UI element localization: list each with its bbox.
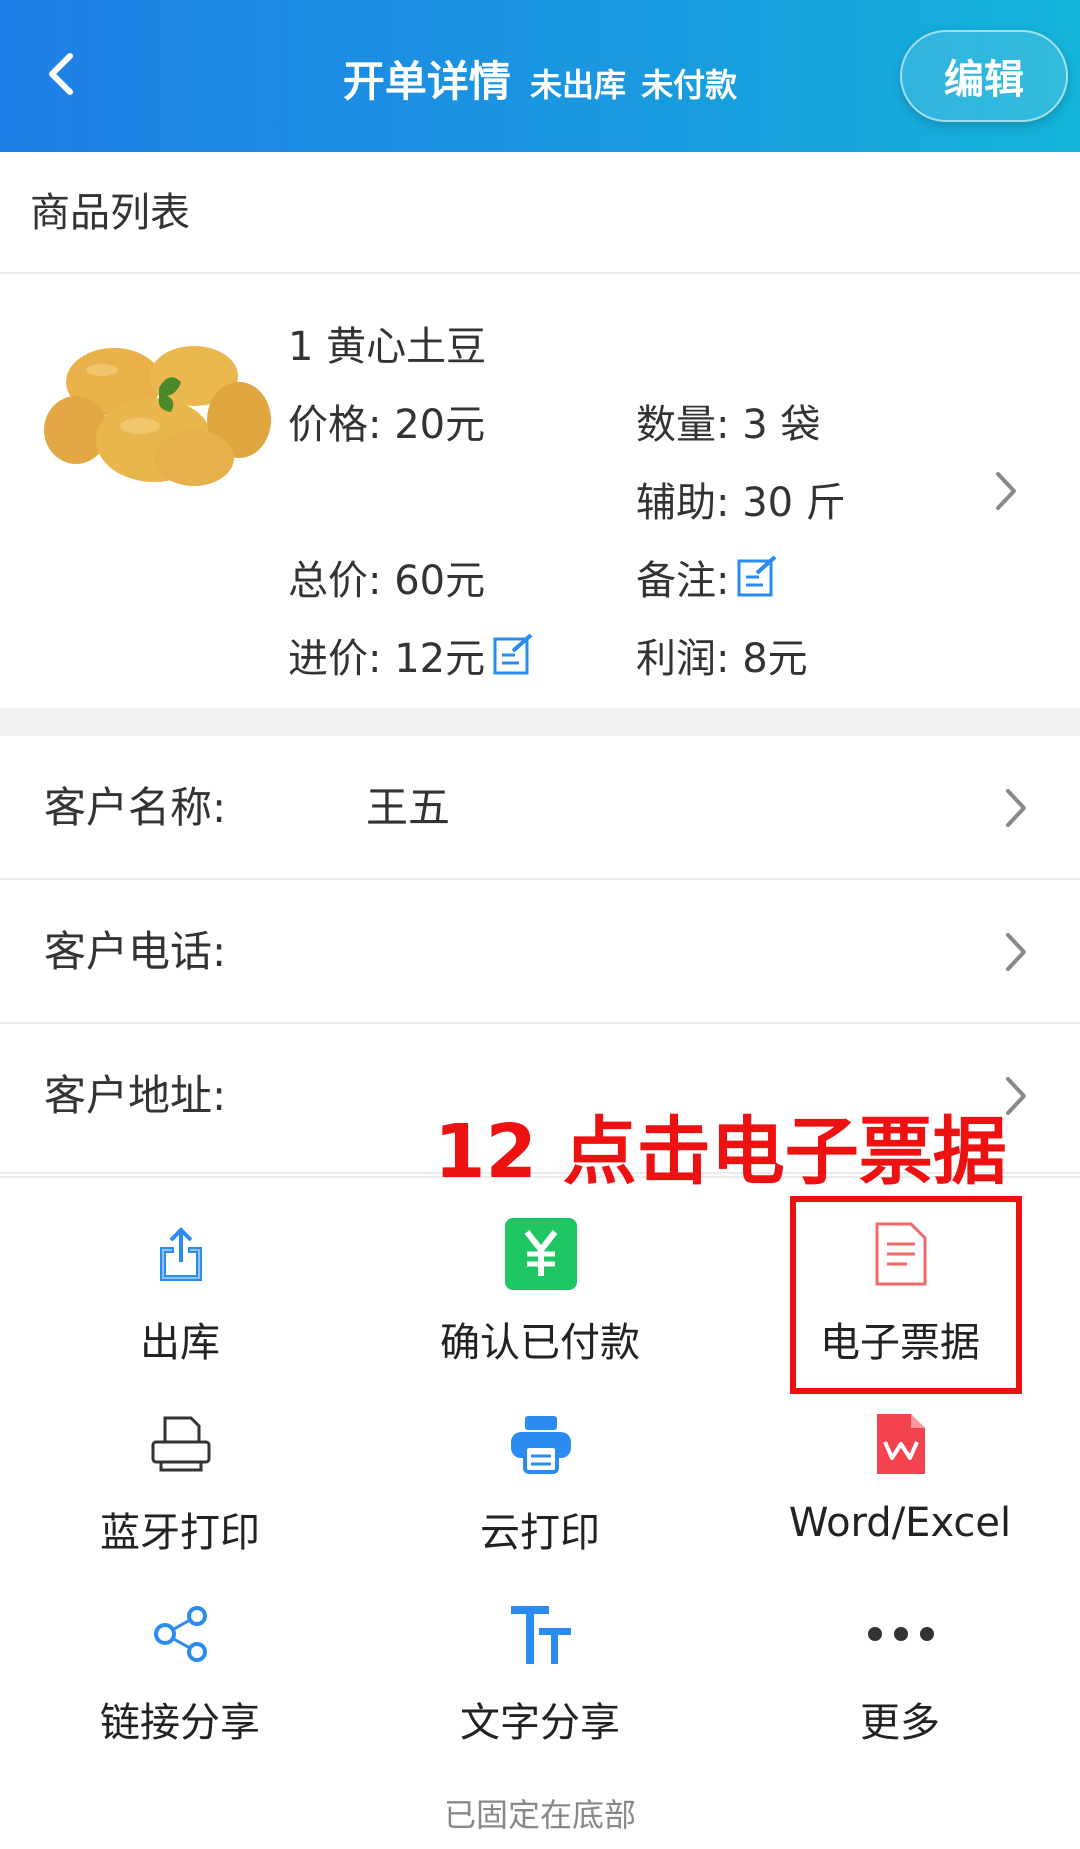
text-size-icon <box>505 1598 577 1670</box>
page-title: 开单详情 <box>342 57 511 106</box>
chevron-right-icon <box>1006 789 1026 827</box>
action-label: 确认已付款 <box>440 1320 640 1366</box>
chevron-right-icon <box>1006 933 1026 971</box>
customer-name-value: 王五 <box>366 783 451 832</box>
outbound-status: 未出库 <box>529 66 626 104</box>
action-word-excel[interactable]: Word/Excel <box>720 1368 1080 1558</box>
product-auxiliary: 辅助: 30 斤 <box>636 480 846 526</box>
highlight-box <box>790 1196 1022 1394</box>
edit-button[interactable]: 编辑 <box>900 30 1068 122</box>
action-outbound[interactable]: 出库 <box>0 1178 360 1368</box>
action-label: 云打印 <box>480 1510 600 1556</box>
product-note: 备注: <box>636 548 779 606</box>
product-card[interactable]: 1 黄心土豆 价格: 20元 数量: 3 袋 辅助: 30 斤 总价: 60元 … <box>0 276 1080 708</box>
product-list-title: 商品列表 <box>0 152 1080 274</box>
more-icon <box>865 1598 937 1670</box>
product-profit: 利润: 8元 <box>636 636 808 682</box>
action-label: 文字分享 <box>460 1700 620 1746</box>
share-icon <box>145 1598 217 1670</box>
action-link-share[interactable]: 链接分享 <box>0 1558 360 1748</box>
action-confirm-paid[interactable]: 确认已付款 <box>360 1178 720 1368</box>
chevron-right-icon[interactable] <box>986 466 1026 516</box>
customer-name-label: 客户名称: <box>44 783 227 832</box>
cloud-printer-icon <box>505 1408 577 1480</box>
edit-note-icon[interactable] <box>735 555 779 599</box>
action-label: 链接分享 <box>100 1700 260 1746</box>
potato-image <box>44 346 271 486</box>
action-label: 出库 <box>140 1320 220 1366</box>
action-cloud-print[interactable]: 云打印 <box>360 1368 720 1558</box>
product-price: 价格: 20元 <box>288 402 486 448</box>
upload-icon <box>145 1218 217 1290</box>
customer-phone-row[interactable]: 客户电话: <box>0 880 1080 1024</box>
product-cost: 进价: 12元 <box>288 626 535 684</box>
action-label: 更多 <box>860 1700 940 1746</box>
footer-note: 已固定在底部 <box>443 1796 636 1834</box>
customer-name-row[interactable]: 客户名称: 王五 <box>0 736 1080 880</box>
wps-file-icon <box>865 1408 937 1480</box>
customer-address-label: 客户地址: <box>44 1071 227 1120</box>
product-name: 1 黄心土豆 <box>288 324 487 370</box>
printer-outline-icon <box>145 1408 217 1480</box>
customer-phone-label: 客户电话: <box>44 927 227 976</box>
action-more[interactable]: 更多 <box>720 1558 1080 1748</box>
yuan-icon <box>505 1218 577 1290</box>
action-bluetooth-print[interactable]: 蓝牙打印 <box>0 1368 360 1558</box>
tutorial-annotation: 12 点击电子票据 <box>434 1109 1007 1195</box>
edit-cost-icon[interactable] <box>491 633 535 677</box>
action-text-share[interactable]: 文字分享 <box>360 1558 720 1748</box>
action-label: 蓝牙打印 <box>100 1510 260 1556</box>
section-divider <box>0 708 1080 736</box>
app-header: 开单详情 未出库 未付款 编辑 <box>0 0 1080 152</box>
payment-status: 未付款 <box>641 66 738 104</box>
product-quantity: 数量: 3 袋 <box>636 402 821 448</box>
action-label: Word/Excel <box>788 1500 1012 1546</box>
product-total: 总价: 60元 <box>288 558 486 604</box>
